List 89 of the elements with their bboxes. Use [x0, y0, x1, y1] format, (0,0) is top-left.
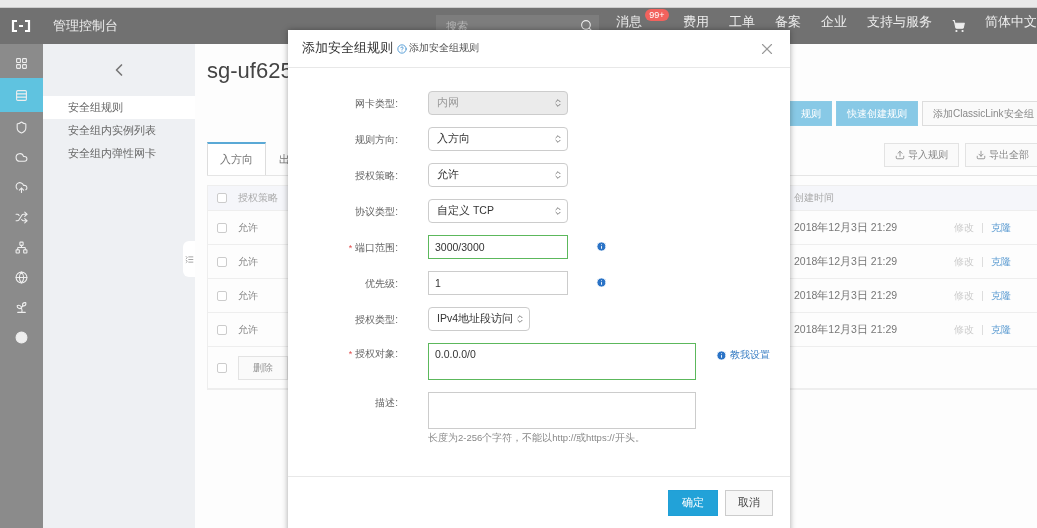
delete-button[interactable]: 删除: [238, 355, 288, 380]
field-label: 授权策略:: [355, 170, 398, 181]
table-cell-text: 允许: [238, 254, 259, 269]
rail-item[interactable]: [0, 78, 43, 112]
info-icon[interactable]: [596, 277, 607, 288]
confirm-button[interactable]: 确定: [668, 490, 718, 516]
updown-icon: [553, 206, 563, 216]
cloud-upload-icon: [15, 180, 28, 194]
field-label: 授权类型:: [355, 314, 398, 325]
nav-item[interactable]: 消息: [616, 13, 643, 31]
cancel-button[interactable]: 取消: [725, 490, 773, 516]
field-label: 端口范围:: [355, 242, 398, 253]
export-button[interactable]: 导出全部: [965, 143, 1037, 167]
search-icon[interactable]: [580, 19, 594, 32]
field-label: 协议类型:: [355, 206, 398, 217]
table-cell-text: 允许: [238, 288, 259, 303]
select-field[interactable]: 允许: [428, 163, 568, 187]
sidebar-item[interactable]: 安全组内实例列表: [43, 119, 195, 142]
checkbox[interactable]: [217, 362, 227, 373]
table-cell-text: 2018年12月3日 21:29: [794, 220, 899, 235]
nav-item[interactable]: 简体中文: [985, 13, 1037, 31]
list-icon: [184, 254, 194, 264]
circle-icon: [15, 330, 28, 344]
download-icon: [976, 150, 986, 160]
table-cell-text: 2018年12月3日 21:29: [794, 254, 899, 269]
row-action-link[interactable]: 克隆: [982, 256, 1019, 267]
help-icon: [397, 43, 407, 54]
required-mark: *: [348, 349, 353, 359]
select-field[interactable]: 自定义 TCP: [428, 199, 568, 223]
info-icon: [716, 349, 727, 361]
grid-icon: [15, 56, 28, 70]
cloud-icon: [15, 150, 28, 164]
teach-link[interactable]: 教我设置: [716, 343, 770, 362]
column-header: 创建时间: [794, 191, 835, 205]
cart-icon[interactable]: [951, 19, 965, 33]
table-cell-text: 允许: [238, 220, 259, 235]
network-icon: [15, 240, 28, 254]
globe-icon: [15, 270, 28, 284]
sidebar-item[interactable]: 安全组内弹性网卡: [43, 142, 195, 165]
select-field[interactable]: 入方向: [428, 127, 568, 151]
collapse-handle[interactable]: [183, 241, 195, 277]
text-area[interactable]: 0.0.0.0/0: [428, 343, 696, 380]
shield-icon: [15, 120, 28, 134]
info-icon[interactable]: [596, 241, 607, 252]
nav-item[interactable]: 工单: [728, 13, 755, 31]
dialog-title: 添加安全组规则: [302, 40, 393, 57]
list-icon: [15, 88, 28, 102]
table-cell-text: 2018年12月3日 21:29: [794, 288, 899, 303]
help-link[interactable]: 添加安全组规则: [397, 42, 479, 55]
nav-item[interactable]: 支持与服务: [866, 13, 932, 31]
input-field[interactable]: 3000/3000: [428, 235, 568, 259]
field-hint: 长度为2-256个字符，不能以http://或https://开头。: [428, 432, 646, 445]
table-cell-text: 2018年12月3日 21:29: [794, 322, 899, 337]
direction-tab[interactable]: 入方向: [207, 142, 266, 175]
toolbar-button[interactable]: 添加ClassicLink安全组: [922, 101, 1037, 126]
field-label: 优先级:: [365, 278, 398, 289]
count-badge: 99+: [645, 9, 669, 21]
updown-icon: [553, 98, 563, 108]
column-header: 授权策略: [238, 191, 279, 205]
text-area[interactable]: [428, 392, 696, 429]
logo-icon: [10, 20, 31, 32]
checkbox[interactable]: [217, 222, 227, 233]
field-label: 网卡类型:: [355, 98, 398, 109]
row-action-link[interactable]: 克隆: [982, 222, 1019, 233]
updown-icon: [515, 314, 525, 324]
table-cell-text: 允许: [238, 322, 259, 337]
console-title: 管理控制台: [53, 17, 119, 35]
input-field[interactable]: 1: [428, 271, 568, 295]
row-action-link[interactable]: 克隆: [982, 290, 1019, 301]
field-label: 规则方向:: [355, 134, 398, 145]
checkbox[interactable]: [217, 290, 227, 301]
nav-item[interactable]: 企业: [820, 13, 847, 31]
import-button[interactable]: 导入规则: [884, 143, 959, 167]
updown-icon: [553, 170, 563, 180]
sidebar-item[interactable]: 安全组规则: [43, 96, 195, 119]
checkbox[interactable]: [217, 324, 227, 335]
nav-item[interactable]: 费用: [682, 13, 709, 31]
field-label: 授权对象:: [355, 348, 398, 359]
updown-icon: [553, 134, 563, 144]
shuffle-icon: [15, 210, 28, 224]
sprout-icon: [15, 300, 28, 314]
upload-icon: [895, 150, 905, 160]
nav-item[interactable]: 备案: [774, 13, 801, 31]
checkbox[interactable]: [217, 193, 227, 203]
checkbox[interactable]: [217, 256, 227, 267]
select-field[interactable]: IPv4地址段访问: [428, 307, 530, 331]
required-mark: *: [348, 243, 353, 253]
field-label: 描述:: [375, 397, 398, 408]
row-action-link[interactable]: 克隆: [982, 324, 1019, 335]
